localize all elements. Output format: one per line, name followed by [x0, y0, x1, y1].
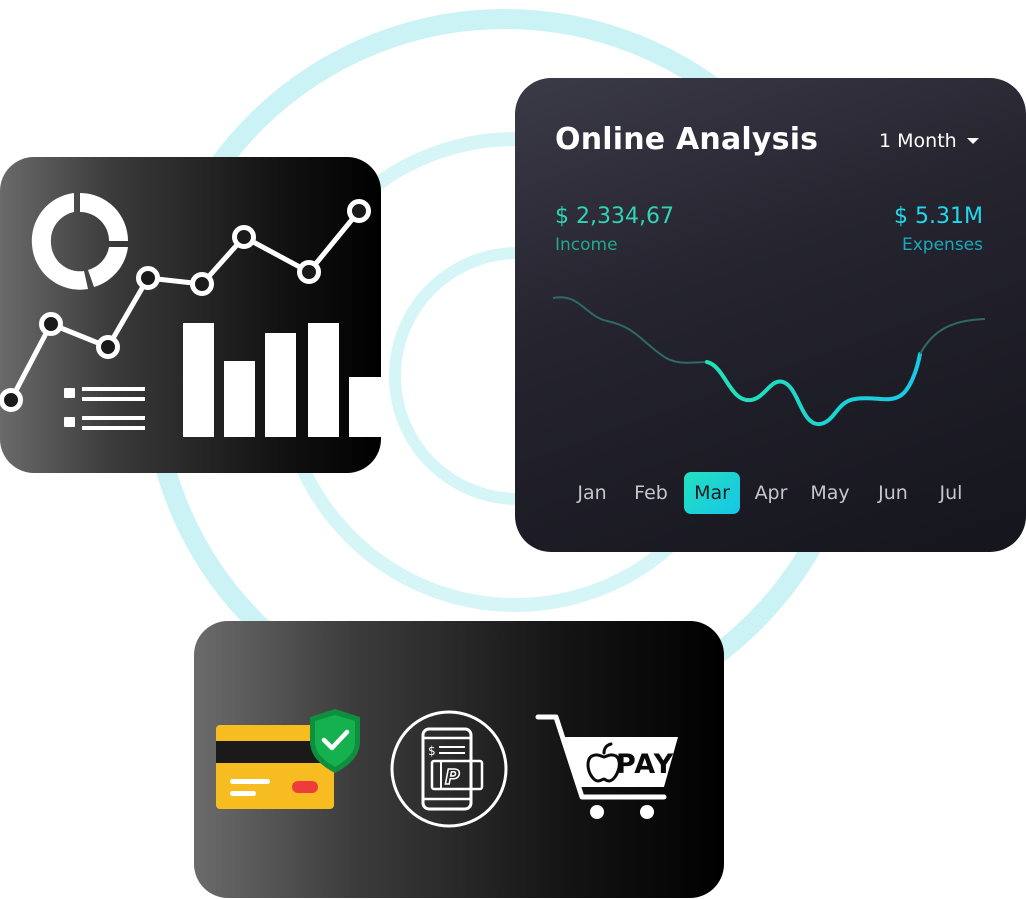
trend-line-muted [552, 296, 708, 364]
trend-line-highlight [705, 352, 922, 426]
month-tabs: Jan Feb Mar Apr May Jun Jul [515, 472, 1026, 514]
online-analysis-card: Online Analysis 1 Month $ 2,334,67 Incom… [515, 78, 1026, 552]
tab-may[interactable]: May [802, 472, 857, 514]
period-dropdown[interactable]: 1 Month [879, 130, 979, 152]
list-icon [64, 387, 145, 430]
income-value: $ 2,334,67 [555, 204, 674, 229]
tab-apr[interactable]: Apr [747, 472, 796, 514]
bar-chart-icon [183, 323, 381, 437]
trend-line-muted-end [919, 318, 986, 355]
apple-pay-label: PAY [616, 749, 675, 780]
tab-mar[interactable]: Mar [684, 472, 740, 514]
analytics-card [0, 157, 381, 473]
svg-text:P: P [445, 765, 460, 789]
credit-card-icon [216, 709, 360, 809]
payments-card: $ P PAY [194, 621, 724, 898]
svg-text:$: $ [428, 744, 436, 758]
donut-chart-icon [31, 193, 128, 290]
income-label: Income [555, 235, 618, 255]
expenses-value: $ 5.31M [894, 204, 983, 229]
tab-feb[interactable]: Feb [626, 472, 676, 514]
mobile-paypal-icon: $ P [390, 710, 508, 828]
page-title: Online Analysis [555, 122, 819, 157]
chevron-down-icon [966, 138, 979, 144]
tab-jun[interactable]: Jun [870, 472, 916, 514]
tab-jul[interactable]: Jul [932, 472, 971, 514]
tab-jan[interactable]: Jan [569, 472, 614, 514]
expenses-label: Expenses [902, 235, 983, 255]
period-label: 1 Month [879, 130, 957, 152]
